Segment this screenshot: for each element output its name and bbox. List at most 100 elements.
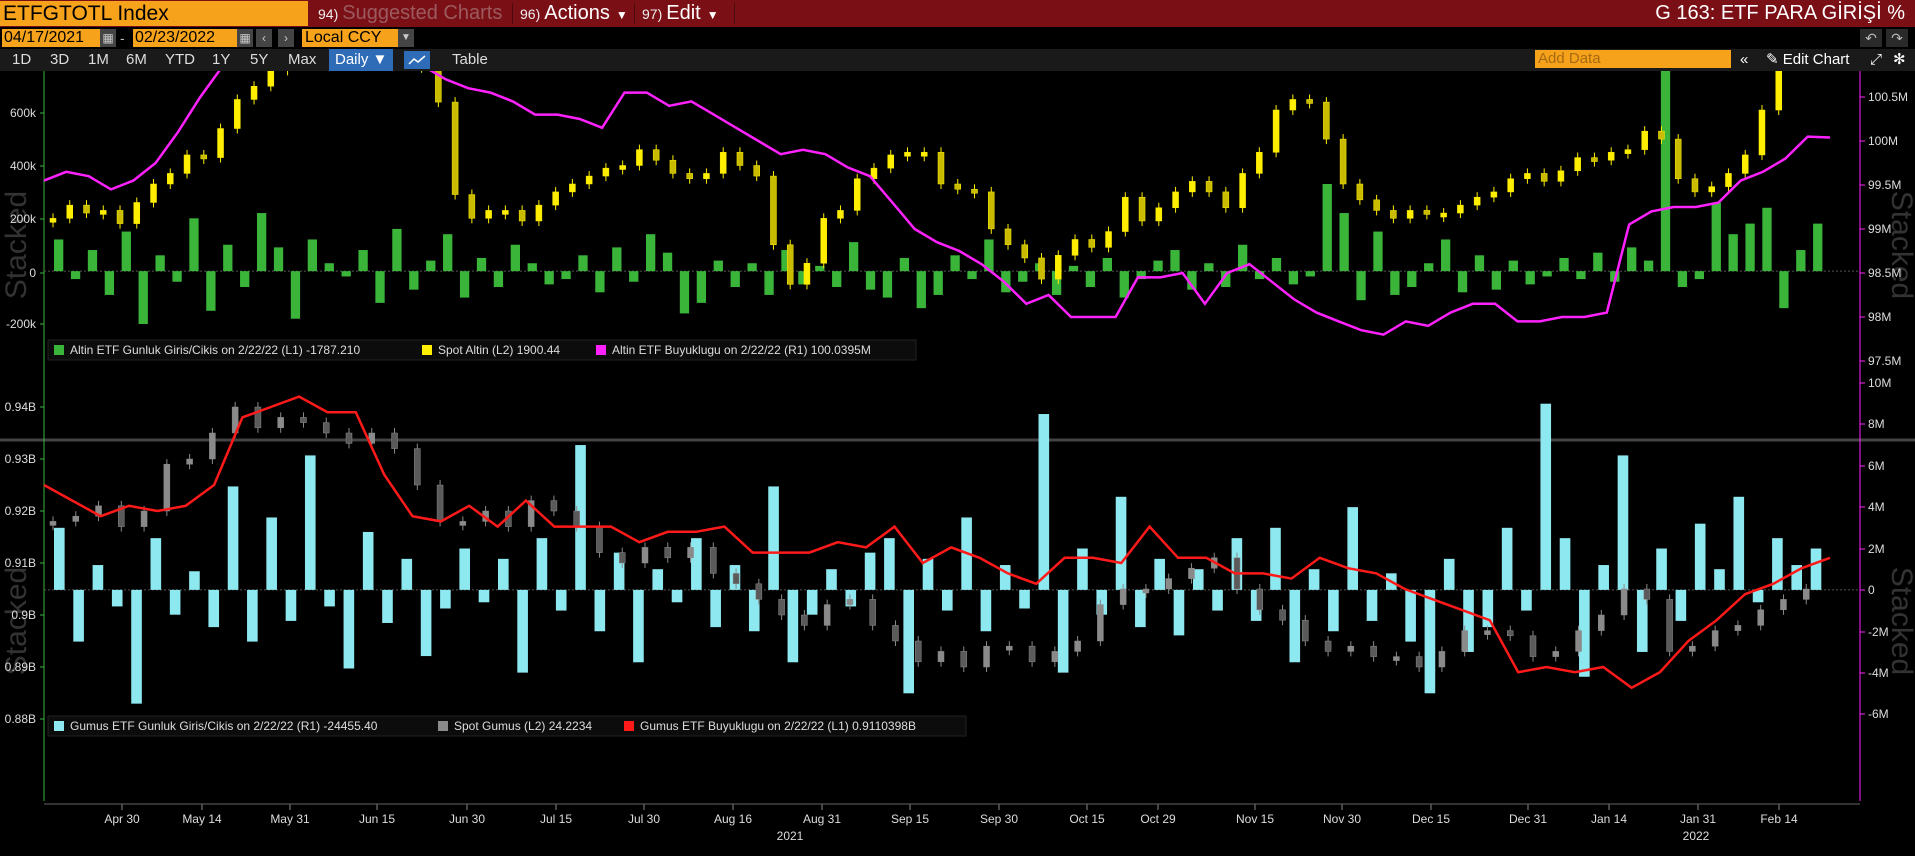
chevron-right-icon[interactable]: › xyxy=(278,29,294,47)
period-ytd[interactable]: YTD xyxy=(165,49,195,71)
edit-menu[interactable]: 97) Edit ▼ xyxy=(642,0,719,27)
flow-bar xyxy=(440,589,451,609)
x-tick-label: Jun 15 xyxy=(359,812,395,826)
collapse-icon[interactable]: « xyxy=(1740,49,1748,71)
line-chart-icon[interactable] xyxy=(404,51,430,69)
price-candle xyxy=(853,178,861,211)
price-candle xyxy=(163,463,171,512)
calendar-icon[interactable]: ▦ xyxy=(237,29,253,47)
flow-bar xyxy=(343,589,355,669)
flow-bar xyxy=(594,589,606,632)
table-button[interactable]: Table xyxy=(452,49,488,71)
expand-icon[interactable]: ⤢ xyxy=(1870,49,1882,71)
flow-bar xyxy=(1424,589,1436,694)
gear-icon[interactable]: ✻ xyxy=(1893,49,1906,71)
actions-menu[interactable]: 96) Actions ▼ xyxy=(520,0,628,27)
flow-bar xyxy=(1745,223,1755,272)
undo-icon[interactable]: ↶ xyxy=(1860,29,1882,47)
right-tick-label: 98.5M xyxy=(1868,266,1901,280)
right-tick-label: 100M xyxy=(1868,134,1898,148)
suggested-charts-menu[interactable]: 94) Suggested Charts xyxy=(318,0,502,27)
price-candle xyxy=(1289,99,1297,111)
flow-bar xyxy=(304,455,316,590)
price-candle xyxy=(1666,599,1673,652)
price-candle xyxy=(786,244,794,285)
flow-bar xyxy=(1135,589,1146,628)
flow-bar xyxy=(266,517,277,590)
chevron-left-icon[interactable]: ‹ xyxy=(256,29,272,47)
price-candle xyxy=(914,640,922,663)
period-5y[interactable]: 5Y xyxy=(250,49,268,71)
price-candle xyxy=(485,210,492,219)
price-candle xyxy=(1339,138,1347,185)
period-1m[interactable]: 1M xyxy=(88,49,109,71)
flow-bar xyxy=(1779,271,1789,309)
x-tick-label: Sep 30 xyxy=(980,812,1018,826)
price-candle xyxy=(1088,239,1096,248)
flow-bar xyxy=(1373,231,1383,272)
flow-bar xyxy=(652,569,664,590)
add-data-input[interactable]: Add Data xyxy=(1535,50,1731,68)
legend-swatch xyxy=(422,345,432,355)
right-tick-label: 6M xyxy=(1868,459,1885,473)
x-tick-label: Jul 15 xyxy=(540,812,572,826)
period-max[interactable]: Max xyxy=(288,49,316,71)
flow-bar xyxy=(1440,239,1451,272)
price-candle xyxy=(1473,196,1481,206)
chevron-down-icon[interactable]: ▼ xyxy=(398,29,414,47)
price-candle xyxy=(904,152,911,157)
end-date-input[interactable]: 02/23/2022 xyxy=(133,29,237,47)
price-candle xyxy=(1643,588,1651,600)
price-candle xyxy=(345,432,353,444)
flow-bar xyxy=(459,548,471,590)
flow-bar xyxy=(111,589,123,607)
flow-bar xyxy=(764,271,774,295)
chevron-down-icon: ▼ xyxy=(615,8,628,22)
flow-bar xyxy=(1339,213,1349,272)
price-candle xyxy=(1306,99,1313,104)
period-3d[interactable]: 3D xyxy=(50,49,69,71)
flow-bar xyxy=(1407,271,1417,288)
start-date-input[interactable]: 04/17/2021 xyxy=(2,29,100,47)
price-candle xyxy=(1620,588,1628,616)
redo-icon[interactable]: ↷ xyxy=(1886,29,1908,47)
ticker-field[interactable]: ETFGTOTL Index xyxy=(0,1,308,26)
x-tick-label: May 31 xyxy=(270,812,310,826)
price-candle xyxy=(1741,154,1749,174)
price-candle xyxy=(1506,630,1514,637)
flow-bar xyxy=(561,271,571,280)
frequency-select[interactable]: Daily ▼ xyxy=(329,49,394,71)
frequency-label: Daily xyxy=(335,51,369,68)
flow-bar xyxy=(375,271,385,303)
flow-bar xyxy=(1796,250,1806,272)
price-candle xyxy=(1529,635,1537,657)
flow-bar xyxy=(1328,589,1339,632)
flow-bar xyxy=(493,271,504,288)
flow-bar xyxy=(324,263,334,272)
flow-bar xyxy=(273,247,284,272)
x-tick-label: Nov 30 xyxy=(1323,812,1361,826)
price-candle xyxy=(1557,170,1565,182)
right-tick-label: 100.5M xyxy=(1868,90,1908,104)
right-tick-label: 2M xyxy=(1868,542,1885,556)
flow-bar xyxy=(696,271,707,303)
price-candle xyxy=(1552,651,1560,657)
price-candle xyxy=(837,210,844,219)
suggested-num: 94) xyxy=(318,6,339,22)
price-candle xyxy=(1758,109,1766,156)
flow-bar xyxy=(679,271,690,314)
suggested-label: Suggested Charts xyxy=(342,2,503,24)
price-candle xyxy=(983,645,990,668)
edit-chart-button[interactable]: ✎ Edit Chart xyxy=(1766,49,1849,71)
calendar-icon[interactable]: ▦ xyxy=(100,29,116,47)
flow-bar xyxy=(54,239,64,272)
x-tick-label: Jan 31 xyxy=(1680,812,1716,826)
period-1y[interactable]: 1Y xyxy=(212,49,230,71)
period-6m[interactable]: 6M xyxy=(126,49,147,71)
watermark-right: Stacked xyxy=(1885,191,1915,299)
flow-bar xyxy=(884,538,895,590)
period-1d[interactable]: 1D xyxy=(12,49,31,71)
price-candle xyxy=(736,152,744,166)
flow-bar xyxy=(104,271,115,295)
currency-select[interactable]: Local CCY xyxy=(302,29,398,47)
